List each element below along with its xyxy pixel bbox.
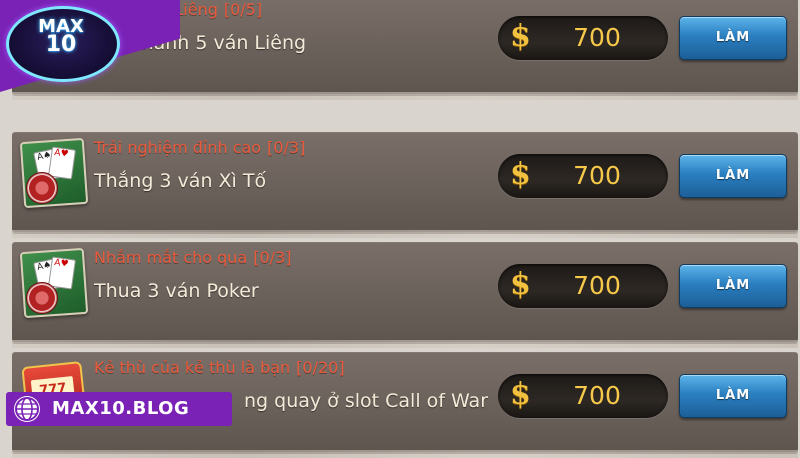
do-quest-button[interactable]: LÀM [679,16,787,60]
watermark-badge: MAX10.BLOG [6,392,232,426]
reward-amount: 700 [573,161,621,190]
quest-title-text: Kẻ thù của kẻ thù là bạn [94,358,291,377]
quest-row: A♠ A♥ Nhắm mắt cho qua [0/3] Thua 3 ván P… [12,242,798,348]
reward-amount: 700 [573,23,621,52]
quest-progress: [0/3] [253,248,292,267]
globe-icon [14,396,40,422]
reward-amount: 700 [573,381,621,410]
logo-number: 10 [45,32,77,57]
quest-description: Thắng 3 ván Xì Tố [94,170,267,192]
quest-description: ng quay ở slot Call of War [244,390,489,412]
do-quest-button[interactable]: LÀM [679,264,787,308]
dollar-icon: $ [510,377,531,412]
do-quest-button[interactable]: LÀM [679,374,787,418]
quest-progress: [0/5] [223,0,263,19]
quest-progress: [0/3] [267,138,306,157]
logo-text: MAX 10 [18,18,104,57]
dollar-icon: $ [510,157,531,192]
cards-chip-icon: A♠ A♥ [19,137,89,209]
quest-row: A♠ A♥ Trải nghiệm đỉnh cao [0/3] Thắng 3 … [12,132,798,238]
quest-title: Kẻ thù của kẻ thù là bạn [0/20] [94,358,345,377]
quest-description: Thua 3 ván Poker [94,280,259,302]
reward-box: $ 700 [498,374,668,418]
quest-title-text: Trải nghiệm đỉnh cao [94,138,262,157]
reward-box: $ 700 [498,264,668,308]
quest-progress: [0/20] [296,358,345,377]
quest-title: Trải nghiệm đỉnh cao [0/3] [94,138,305,157]
cards-chip-icon: A♠ A♥ [19,247,89,319]
quest-title: Nhắm mắt cho qua [0/3] [94,248,291,267]
dollar-icon: $ [510,19,531,54]
do-quest-button[interactable]: LÀM [679,154,787,198]
watermark-text: MAX10.BLOG [52,398,190,419]
reward-box: $ 700 [498,16,668,60]
reward-box: $ 700 [498,154,668,198]
reward-amount: 700 [573,271,621,300]
dollar-icon: $ [510,267,531,302]
quest-title-text: Nhắm mắt cho qua [94,248,248,267]
